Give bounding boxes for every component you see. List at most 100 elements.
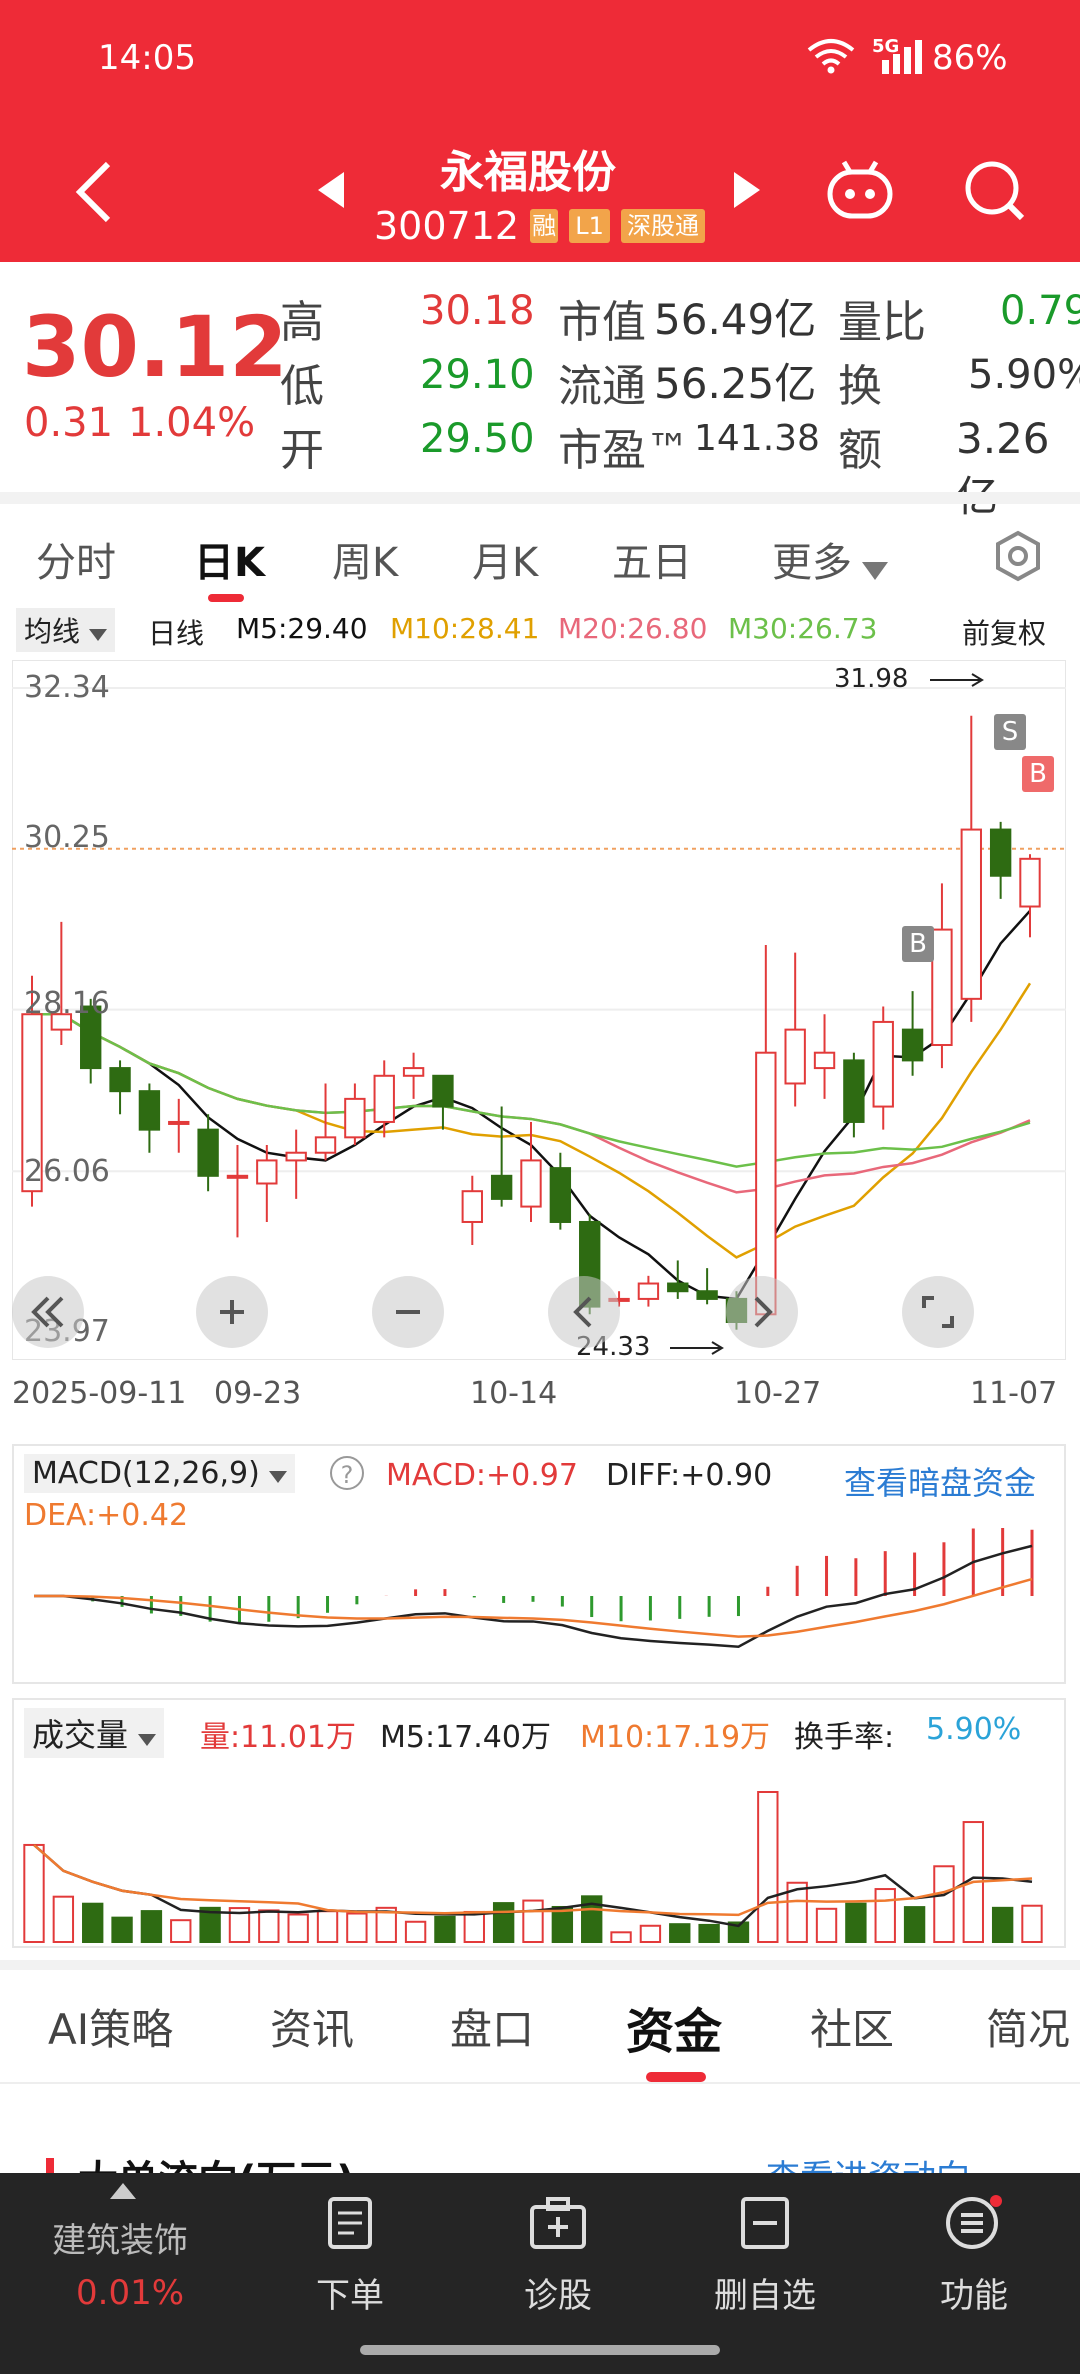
turnover-value: 5.90% [968,352,1080,398]
ma5-value: M5:29.40 [236,612,368,645]
pan-right-button[interactable] [726,1276,798,1348]
chevron-down-icon [88,629,107,641]
expand-icon [922,1296,954,1328]
candle-body [843,1059,865,1123]
sector-up-icon[interactable] [110,2183,136,2203]
float-label: 流通 [558,361,646,412]
volume-bar [991,1906,1014,1943]
section-tab-profile[interactable]: 简况 [986,1996,1070,2057]
price-change: 0.31 [24,400,114,446]
scroll-left-button[interactable] [12,1276,84,1348]
turnover-label: 换 [838,361,882,412]
candle-body [197,1128,219,1177]
tab-more[interactable]: 更多 [772,530,852,588]
volume-bar [815,1907,838,1943]
buy-marker[interactable]: B [1022,756,1054,792]
volume-panel: 成交量 量:11.01万 M5:17.40万 M10:17.19万 换手率: 5… [12,1698,1066,1948]
y-tick-3: 28.16 [24,986,110,1021]
pe-label: 市盈™ [558,425,690,476]
candle-body [461,1190,483,1223]
candle-body [637,1282,660,1300]
adjust-mode[interactable]: 前复权 [962,612,1046,652]
candle-body [960,828,982,1000]
candle-body [168,1120,190,1125]
nav-diagnose[interactable]: 诊股 [508,2195,608,2317]
candle-body [373,1074,395,1123]
ma10-value: M10:28.41 [390,612,540,645]
high-label: 高 [280,297,324,348]
sector-change: 0.01% [76,2273,185,2313]
dea-line [34,1577,1033,1638]
partial-section-header: 大单流向(万元) 查看进资动向 [0,2110,1080,2173]
candle-body [432,1074,454,1108]
next-stock-icon[interactable] [732,172,760,212]
home-indicator [360,2345,720,2355]
section-tab-orderbook[interactable]: 盘口 [450,1996,534,2057]
volume-bar [140,1910,163,1944]
quote-panel: 30.12 0.31 1.04% 高 30.18 低 29.10 开 29.50… [0,262,1080,521]
signal-icon [880,40,924,80]
back-icon[interactable] [72,160,116,228]
ma30-value: M30:26.73 [728,612,878,645]
kline-chart[interactable]: 32.34 30.25 28.16 26.06 23.97 31.98 24.3… [12,660,1066,1362]
volume-bar [316,1910,339,1943]
volume-bar [845,1902,867,1943]
candle-body [931,928,953,1047]
section-tab-funds[interactable]: 资金 [626,1992,722,2062]
chart-settings-icon[interactable] [992,530,1044,592]
candle-body [813,1051,836,1070]
section-tab-news[interactable]: 资讯 [270,1996,354,2057]
max-arrow-icon [930,672,986,692]
tab-weekly-k[interactable]: 周K [332,530,398,588]
robot-icon[interactable] [824,158,896,226]
volume-bar [287,1913,309,1943]
buy-marker[interactable]: B [902,926,934,962]
x-tick-2: 09-23 [214,1376,302,1411]
pan-left-button[interactable] [548,1276,620,1348]
volume-bar [610,1931,632,1943]
prev-stock-icon[interactable] [318,172,346,212]
zoom-out-button[interactable] [372,1276,444,1348]
candle-body [109,1067,131,1093]
volume-bar [404,1920,427,1943]
nav-diagnose-label: 诊股 [524,2276,592,2316]
max-price-label: 31.98 [834,664,909,694]
pe-value: 141.38 [694,418,820,459]
tab-monthly-k[interactable]: 月K [472,530,538,588]
volume-bar [903,1906,926,1944]
price-change-pct: 1.04% [128,400,256,446]
volume-bar [522,1899,544,1943]
candle-body [138,1090,161,1131]
low-value: 29.10 [420,352,535,398]
tab-five-day[interactable]: 五日 [612,530,692,588]
volume-bar [492,1902,515,1944]
nav-functions[interactable]: 功能 [924,2195,1024,2317]
volume-bar [669,1923,691,1943]
ma-selector[interactable]: 均线 [16,608,115,652]
fullscreen-button[interactable] [902,1276,974,1348]
zoom-in-button[interactable] [196,1276,268,1348]
ma-period: 日线 [148,617,205,650]
more-dropdown-icon[interactable] [862,544,888,590]
tab-daily-k[interactable]: 日K [194,530,265,588]
open-value: 29.50 [420,416,535,462]
section-tab-ai[interactable]: AI策略 [48,1996,173,2057]
view-inflow-link[interactable]: 查看进资动向 [766,2150,970,2173]
sell-marker[interactable]: S [994,714,1026,750]
volume-bar [170,1919,192,1943]
section-tab-community[interactable]: 社区 [810,1996,894,2057]
ma-selector-label: 均线 [24,615,81,648]
candle-body [520,1159,542,1208]
nav-order[interactable]: 下单 [300,2195,400,2317]
x-tick-4: 10-27 [734,1376,822,1411]
search-icon[interactable] [962,158,1028,228]
macd-panel: MACD(12,26,9) ? MACD:+0.97 DIFF:+0.90 查看… [12,1444,1066,1684]
tab-intraday[interactable]: 分时 [36,530,116,588]
date-axis: 2025-09-11 09-23 10-14 10-27 11-07 [0,1376,1080,1420]
x-tick-5: 11-07 [970,1376,1058,1411]
status-time: 14:05 [98,38,196,78]
sector-name[interactable]: 建筑装饰 [52,2213,188,2262]
volume-bar [434,1915,456,1944]
nav-remove-watchlist[interactable]: 删自选 [700,2195,830,2317]
open-label: 开 [280,425,324,476]
